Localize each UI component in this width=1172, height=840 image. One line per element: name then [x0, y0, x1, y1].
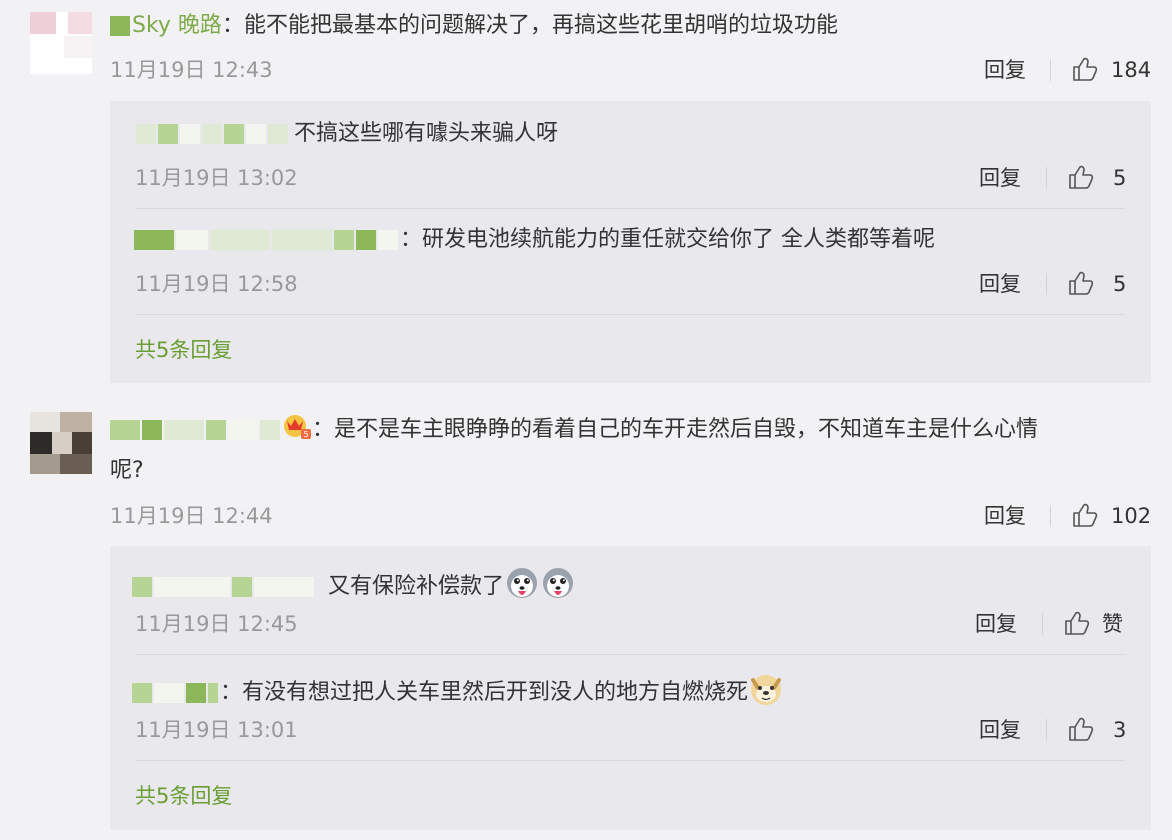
divider — [1042, 613, 1043, 635]
thumbs-up-icon[interactable] — [1067, 269, 1095, 297]
username-mosaic — [154, 577, 230, 597]
username[interactable]: Sky 晚路 — [132, 13, 222, 38]
username-mosaic — [246, 124, 266, 144]
divider — [1046, 167, 1047, 189]
divider — [1050, 59, 1051, 81]
timestamp: 11月19日 12:44 — [110, 504, 273, 528]
username-mosaic — [268, 124, 288, 144]
like-count: 184 — [1111, 58, 1152, 82]
timestamp: 11月19日 12:43 — [110, 58, 273, 82]
thumbs-up-icon[interactable] — [1071, 55, 1099, 83]
username-mosaic — [260, 420, 280, 440]
username-mosaic — [180, 124, 200, 144]
thumbs-up-icon[interactable] — [1067, 163, 1095, 191]
separator: ： — [220, 680, 243, 705]
username-mosaic — [134, 230, 174, 250]
reply-divider — [135, 760, 1125, 761]
like-count: 5 — [1113, 166, 1127, 190]
reply-line: 又有保险补偿款了 — [132, 566, 576, 608]
thumbs-up-icon[interactable] — [1063, 609, 1091, 637]
comment-text: 是不是车主眼睁睁的看着自己的车开走然后自毁，不知道车主是什么心情 — [334, 417, 1039, 442]
husky-emoji-icon — [504, 566, 540, 608]
reply-button[interactable]: 回复 — [984, 503, 1026, 529]
reply-divider — [135, 314, 1125, 315]
reply-button[interactable]: 回复 — [975, 611, 1017, 637]
like-count: 5 — [1113, 272, 1127, 296]
separator: ： — [312, 417, 335, 442]
username-mosaic — [232, 577, 252, 597]
reply-text: 有没有想过把人关车里然后开到没人的地方自燃烧死 — [242, 680, 749, 705]
username-mosaic — [132, 683, 152, 703]
reply-divider — [135, 208, 1125, 209]
username-mosaic — [254, 577, 314, 597]
reply-line: 不搞这些哪有噱头来骗人呀 — [136, 120, 558, 148]
reply-text: 又有保险补偿款了 — [328, 574, 505, 599]
divider — [1046, 719, 1047, 741]
username-mosaic — [224, 124, 244, 144]
username-mosaic — [110, 420, 140, 440]
comment-line: Sky 晚路：能不能把最基本的问题解决了，再搞这些花里胡哨的垃圾功能 — [110, 12, 838, 40]
reply-panel: 又有保险补偿款了 11月19日 12:45 回复 赞 ：有没有想过把人关车里然后… — [110, 546, 1151, 830]
username-mosaic — [132, 577, 152, 597]
username-mosaic — [158, 124, 178, 144]
username-mosaic — [356, 230, 376, 250]
reply-line: ：研发电池续航能力的重任就交给你了 全人类都等着呢 — [134, 226, 935, 254]
divider — [1050, 505, 1051, 527]
like-count: 102 — [1111, 504, 1152, 528]
timestamp: 11月19日 12:58 — [135, 272, 298, 296]
username-mosaic — [228, 420, 258, 440]
username-mosaic — [210, 230, 270, 250]
username-mosaic — [206, 420, 226, 440]
avatar[interactable] — [30, 12, 92, 74]
like-count: 3 — [1113, 718, 1127, 742]
doge-emoji-icon — [748, 672, 784, 714]
username-mosaic — [334, 230, 354, 250]
username-mosaic — [142, 420, 162, 440]
more-replies-link[interactable]: 共5条回复 — [135, 337, 232, 363]
reply-line: ：有没有想过把人关车里然后开到没人的地方自燃烧死 — [132, 672, 784, 714]
svg-text:5: 5 — [303, 430, 308, 439]
reply-button[interactable]: 回复 — [979, 717, 1021, 743]
avatar[interactable] — [30, 412, 92, 474]
reply-button[interactable]: 回复 — [979, 165, 1021, 191]
divider — [1046, 273, 1047, 295]
like-label[interactable]: 赞 — [1102, 611, 1123, 637]
comment-text-continued: 呢? — [110, 458, 144, 483]
username-mosaic — [272, 230, 332, 250]
separator: ： — [400, 227, 423, 252]
more-replies-link[interactable]: 共5条回复 — [135, 783, 232, 809]
username-mosaic — [186, 683, 206, 703]
reply-panel: 不搞这些哪有噱头来骗人呀 11月19日 13:02 回复 5 ：研发电池续航能力… — [110, 101, 1151, 383]
username-mosaic — [110, 16, 130, 36]
reply-divider — [135, 654, 1125, 655]
separator: ： — [221, 13, 244, 38]
crown-vip-icon: 5 — [282, 411, 312, 449]
username-mosaic — [136, 124, 156, 144]
comment-line-2: 呢? — [110, 457, 144, 485]
comment-line: 5 ：是不是车主眼睁睁的看着自己的车开走然后自毁，不知道车主是什么心情 — [110, 411, 1038, 449]
thumbs-up-icon[interactable] — [1067, 715, 1095, 743]
username-mosaic — [208, 683, 218, 703]
username-mosaic — [154, 683, 184, 703]
reply-button[interactable]: 回复 — [984, 57, 1026, 83]
username-mosaic — [202, 124, 222, 144]
reply-text: 研发电池续航能力的重任就交给你了 全人类都等着呢 — [422, 227, 936, 252]
username-mosaic — [176, 230, 208, 250]
reply-text: 不搞这些哪有噱头来骗人呀 — [294, 121, 559, 146]
username-mosaic — [378, 230, 398, 250]
husky-emoji-icon — [540, 566, 576, 608]
comment-text: 能不能把最基本的问题解决了，再搞这些花里胡哨的垃圾功能 — [243, 13, 838, 38]
timestamp: 11月19日 13:01 — [135, 718, 298, 742]
timestamp: 11月19日 12:45 — [135, 612, 298, 636]
thumbs-up-icon[interactable] — [1071, 501, 1099, 529]
reply-button[interactable]: 回复 — [979, 271, 1021, 297]
username-mosaic — [164, 420, 204, 440]
timestamp: 11月19日 13:02 — [135, 166, 298, 190]
